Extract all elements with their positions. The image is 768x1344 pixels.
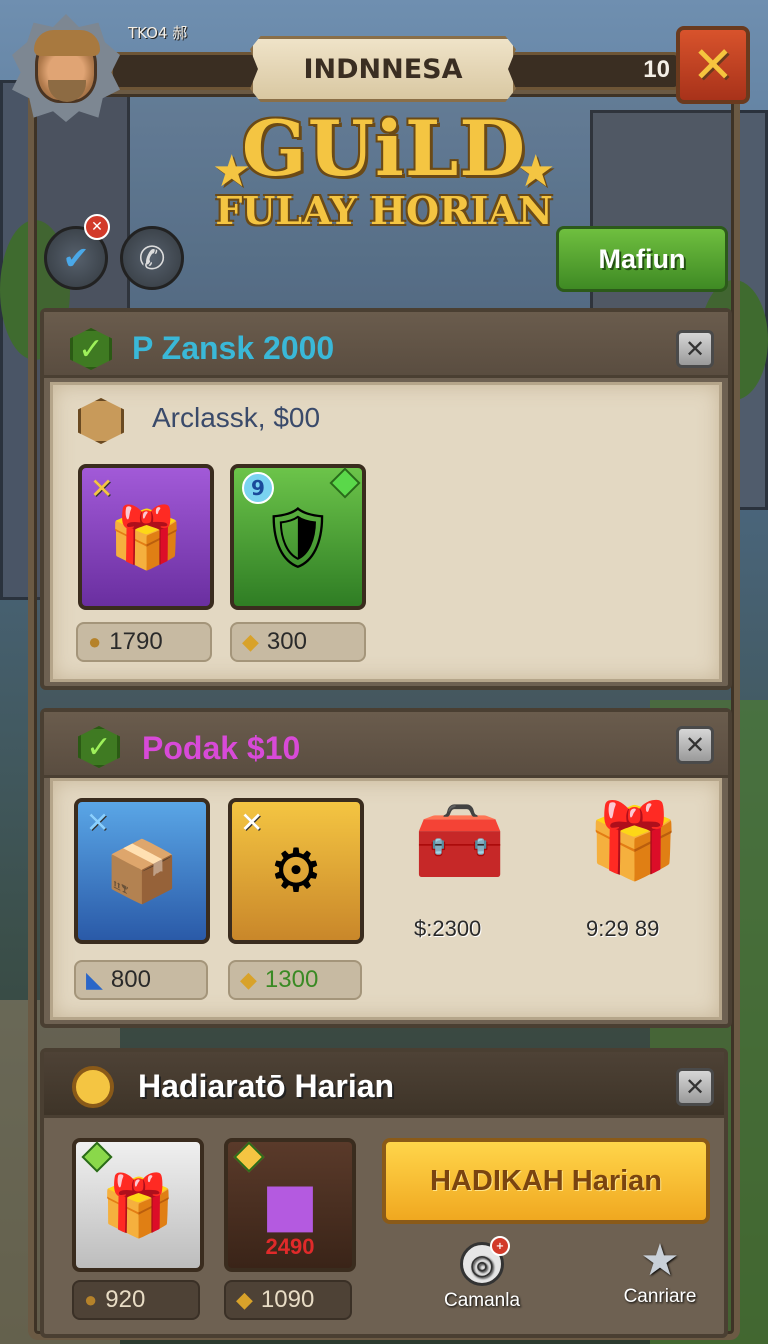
notification-badge: + [490, 1236, 510, 1256]
offer-panel-1: ✓ P Zansk 2000 ✕ Arclassk, $00 ✕ 🎁 9 🛡 ●… [40, 308, 732, 690]
mafiun-button[interactable]: Mafiun [556, 226, 728, 292]
coin-icon: ● [88, 629, 102, 654]
item-card-gift-bundle[interactable]: ✕ 🎁 [78, 464, 214, 610]
offer-panel-2: ✓ Podak $10 ✕ ✕ 📦 ✕ ⚙ 🧰 $:2300 🎁 9:29 89… [40, 708, 732, 1028]
panel-close-button[interactable]: ✕ [676, 726, 714, 764]
item-label: $:2300 [414, 916, 482, 941]
star-icon: ★ [640, 1235, 680, 1285]
gem-icon: ◆ [240, 967, 257, 992]
guild-title: GUiLD [241, 104, 527, 193]
avatar-face-icon [34, 30, 100, 103]
blue-gift-icon[interactable]: 🎁 [580, 798, 688, 885]
daily-reward-button[interactable]: HADIKAH Harian [382, 1138, 710, 1224]
notification-badge: ✕ [84, 214, 110, 240]
phone-icon: ✆ [138, 239, 166, 277]
ticket-icon: ◣ [86, 967, 103, 992]
panel-title: Podak $10 [142, 730, 301, 766]
gift-box-icon: 🎁 [100, 1170, 176, 1241]
panel-subtitle: Arclassk, $00 [152, 402, 321, 433]
magic-device-icon: ⚙ [269, 836, 323, 906]
price-tag: ◣ 800 [74, 960, 208, 1000]
price-tag: ◆ 1090 [224, 1280, 352, 1320]
item-card-hero[interactable]: 9 🛡 [230, 464, 366, 610]
gem-icon: ◆ [236, 1287, 253, 1312]
item-label: 9:29 89 [586, 916, 660, 941]
close-button[interactable]: ✕ [676, 26, 750, 104]
gem-icon: ◆ [242, 629, 259, 654]
region-banner: INDNNESA [250, 36, 516, 102]
purple-cube-icon: ■ [261, 1170, 319, 1240]
item-card-chest[interactable]: ✕ 📦 [74, 798, 210, 944]
item-card-device[interactable]: ✕ ⚙ [228, 798, 364, 944]
item-card-cube[interactable]: ■ 2490 [224, 1138, 356, 1272]
check-icon: ✔ [62, 239, 90, 277]
nav-camanla[interactable]: ◎ Camanla [434, 1242, 530, 1312]
player-name: TKO4 郝 [128, 24, 188, 42]
panel-close-button[interactable]: ✕ [676, 1068, 714, 1106]
panel-title: Hadiaratō Harian [138, 1068, 395, 1104]
gold-crate-icon[interactable]: 🧰 [406, 798, 514, 885]
hero-warrior-icon: 🛡 [259, 502, 337, 573]
coin-icon: ● [84, 1287, 98, 1312]
treasure-chest-icon: 📦 [104, 836, 180, 907]
gift-bundle-icon: 🎁 [108, 502, 184, 573]
level-count: 10 [643, 56, 670, 83]
item-card-gift-box[interactable]: 🎁 [72, 1138, 204, 1272]
nav-canriare[interactable]: ★ Canriare [612, 1235, 708, 1308]
gear-icon [72, 1066, 114, 1108]
panel-title: P Zansk 2000 [132, 330, 335, 366]
call-button[interactable]: ✆ [120, 226, 184, 290]
x-icon: ✕ [692, 36, 734, 94]
price-tag: ● 920 [72, 1280, 200, 1320]
price-tag: ◆ 1300 [228, 960, 362, 1000]
panel-close-button[interactable]: ✕ [676, 330, 714, 368]
price-tag: ◆ 300 [230, 622, 366, 662]
price-tag: ● 1790 [76, 622, 212, 662]
